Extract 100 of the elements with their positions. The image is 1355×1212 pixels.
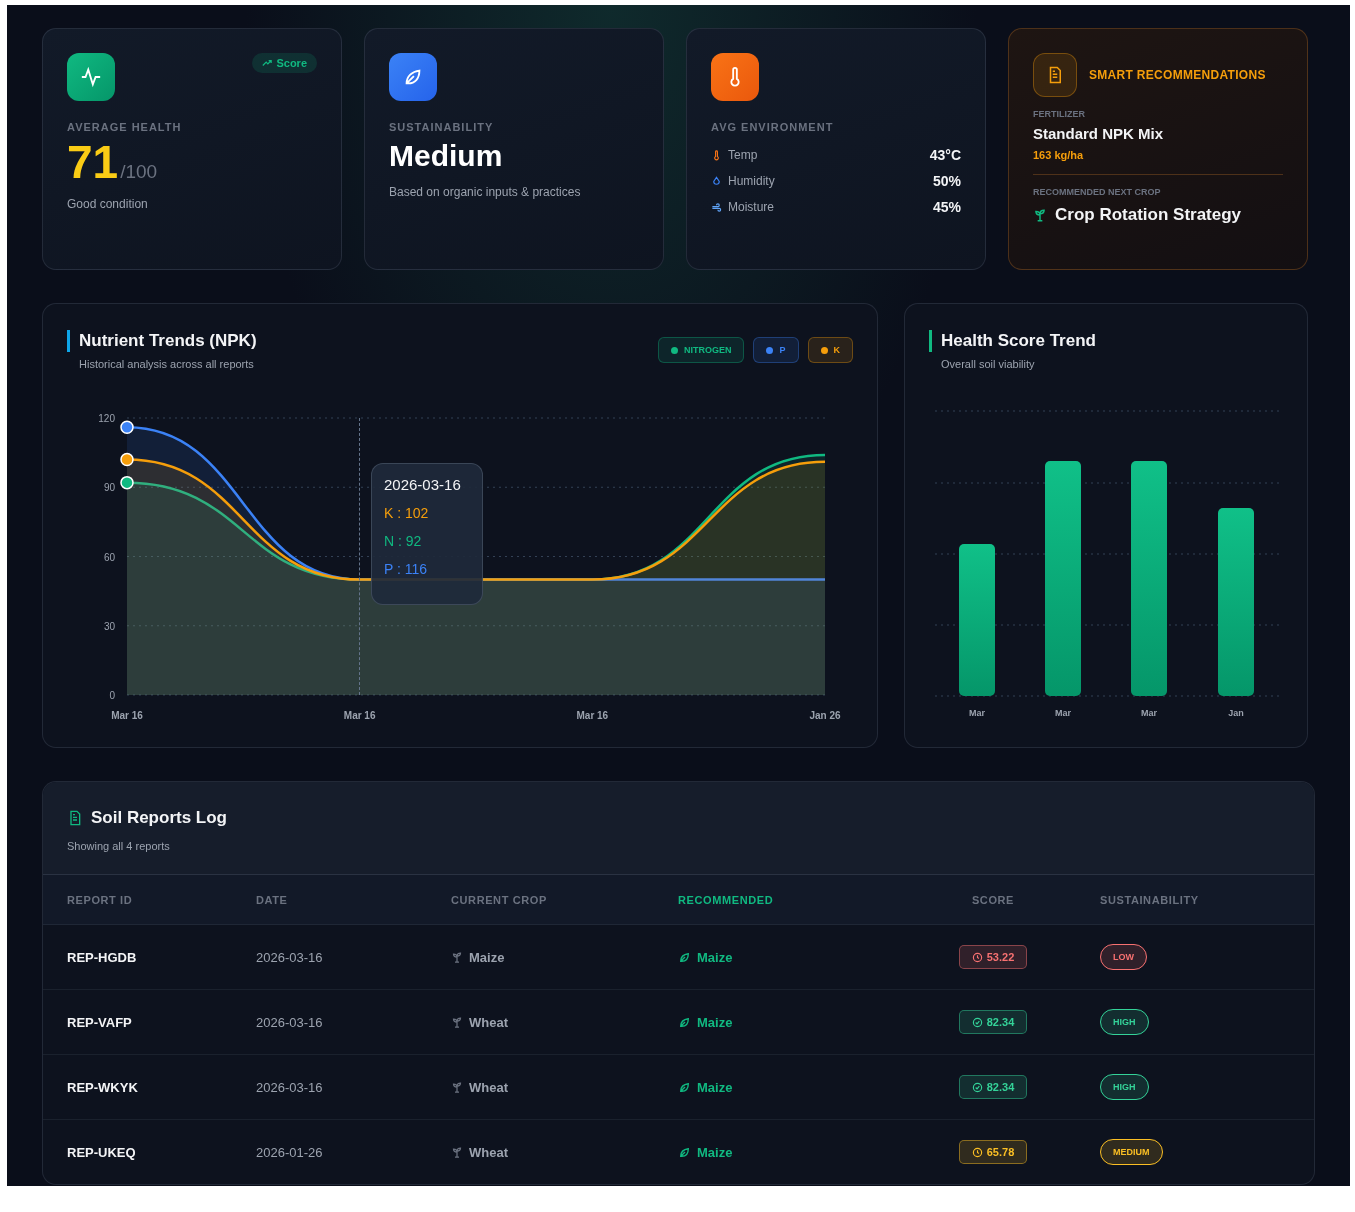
stat-label: AVERAGE HEALTH (67, 121, 183, 133)
metric-value: 45% (932, 199, 961, 215)
stat-suffix: /100 (120, 161, 158, 183)
score-badge: Score (252, 53, 317, 73)
sprout-icon (1033, 207, 1047, 223)
leaf-icon (678, 1145, 691, 1159)
crop-name: Wheat (469, 1014, 508, 1030)
pulse-icon (67, 53, 115, 101)
leaf-icon (678, 950, 691, 964)
table-subtitle: Showing all 4 reports (67, 840, 171, 852)
column-header: SUSTAINABILITY (1100, 893, 1199, 906)
report-date: 2026-03-16 (256, 1014, 323, 1030)
crop-name: Wheat (469, 1079, 508, 1095)
score-badge: 65.78 (958, 1140, 1028, 1164)
column-header: CURRENT CROP (451, 893, 547, 906)
axis-tick-label: 30 (103, 620, 115, 632)
table-title: Soil Reports Log (91, 808, 227, 828)
data-point (120, 452, 134, 467)
droplet-icon (711, 175, 722, 187)
data-point (120, 420, 134, 434)
axis-tick-label: Mar 16 (111, 710, 143, 721)
stat-label: AVG ENVIRONMENT (711, 121, 835, 133)
fertilizer-rate: 163 kg/ha (1033, 149, 1085, 161)
legend-item[interactable]: K (807, 337, 853, 363)
recommended-crop: Maize (697, 1079, 733, 1095)
chart-subtitle: Historical analysis across all reports (79, 358, 255, 370)
stat-label: SUSTAINABILITY (389, 121, 495, 133)
stat-value: 71 (67, 139, 119, 185)
column-header: DATE (256, 893, 288, 906)
axis-tick-label: Mar 16 (576, 710, 609, 721)
tooltip-value: N : 92 (384, 533, 423, 549)
report-date: 2026-03-16 (256, 949, 323, 965)
stat-note: Based on organic inputs & practices (389, 185, 582, 199)
report-id: REP-VAFP (67, 1014, 132, 1030)
fertilizer-name: Standard NPK Mix (1033, 125, 1165, 142)
tooltip-value: P : 116 (384, 561, 429, 577)
report-date: 2026-03-16 (256, 1079, 323, 1095)
chart-title: Health Score Trend (929, 330, 1283, 352)
score-badge: 82.34 (958, 1010, 1028, 1034)
axis-tick-label: 0 (109, 690, 115, 701)
metric-value: 43°C (929, 147, 961, 163)
axis-tick-label: Mar (1141, 708, 1157, 718)
check-circle-icon (971, 1081, 983, 1093)
crop-name: Crop Rotation Strategy (1055, 205, 1242, 225)
axis-tick-label: Jan (1228, 708, 1244, 718)
metric-label: Temp (728, 148, 758, 162)
sprout-icon (451, 1016, 463, 1028)
report-id: REP-WKYK (67, 1079, 138, 1095)
stat-value: Medium (389, 139, 504, 173)
document-icon (1033, 53, 1077, 97)
crop-name: Wheat (469, 1144, 508, 1160)
report-date: 2026-01-26 (256, 1144, 323, 1160)
recommended-crop: Maize (697, 949, 733, 965)
tooltip-value: K : 102 (384, 505, 430, 521)
sustainability-badge: HIGH (1100, 1009, 1149, 1035)
sprout-icon (451, 1081, 463, 1093)
data-point (120, 475, 134, 490)
field-label: FERTILIZER (1033, 109, 1086, 119)
thermometer-icon (711, 149, 722, 161)
sustainability-badge: MEDIUM (1100, 1139, 1163, 1165)
leaf-icon (678, 1080, 691, 1094)
clock-icon (971, 1146, 983, 1158)
axis-tick-label: 90 (103, 482, 115, 494)
metric-label: Moisture (728, 200, 774, 214)
chart-subtitle: Overall soil viability (941, 358, 1036, 370)
crop-name: Maize (469, 949, 505, 965)
axis-tick-label: 60 (103, 551, 115, 563)
axis-tick-label: Mar (1055, 708, 1071, 718)
report-id: REP-UKEQ (67, 1144, 136, 1160)
axis-tick-label: Mar (969, 708, 985, 718)
axis-tick-label: Jan 26 (809, 710, 841, 721)
check-circle-icon (971, 1016, 983, 1028)
document-icon (67, 809, 83, 827)
axis-tick-label: Mar 16 (343, 710, 376, 721)
score-badge: 82.34 (958, 1075, 1028, 1099)
column-header: SCORE (971, 893, 1015, 906)
sustainability-badge: HIGH (1100, 1074, 1149, 1100)
report-id: REP-HGDB (67, 949, 137, 965)
wind-icon (711, 201, 722, 213)
metric-value: 50% (932, 173, 961, 189)
leaf-icon (389, 53, 437, 101)
recommended-crop: Maize (697, 1014, 733, 1030)
sustainability-badge: LOW (1100, 944, 1147, 970)
legend-item[interactable]: NITROGEN (657, 337, 745, 363)
stat-note: Good condition (67, 197, 149, 211)
score-badge: 53.22 (958, 945, 1028, 969)
column-header: REPORT ID (67, 893, 133, 906)
tooltip-date: 2026-03-16 (384, 476, 462, 493)
axis-tick-label: 120 (98, 413, 115, 424)
field-label: RECOMMENDED NEXT CROP (1033, 187, 1162, 197)
legend-item[interactable]: P (753, 337, 799, 363)
card-title: SMART RECOMMENDATIONS (1089, 68, 1266, 82)
column-header: RECOMMENDED (678, 893, 774, 906)
metric-label: Humidity (728, 174, 775, 188)
clock-icon (971, 951, 983, 963)
sprout-icon (451, 1146, 463, 1158)
sprout-icon (451, 951, 463, 963)
leaf-icon (678, 1015, 691, 1029)
recommended-crop: Maize (697, 1144, 733, 1160)
thermometer-icon (711, 53, 759, 101)
